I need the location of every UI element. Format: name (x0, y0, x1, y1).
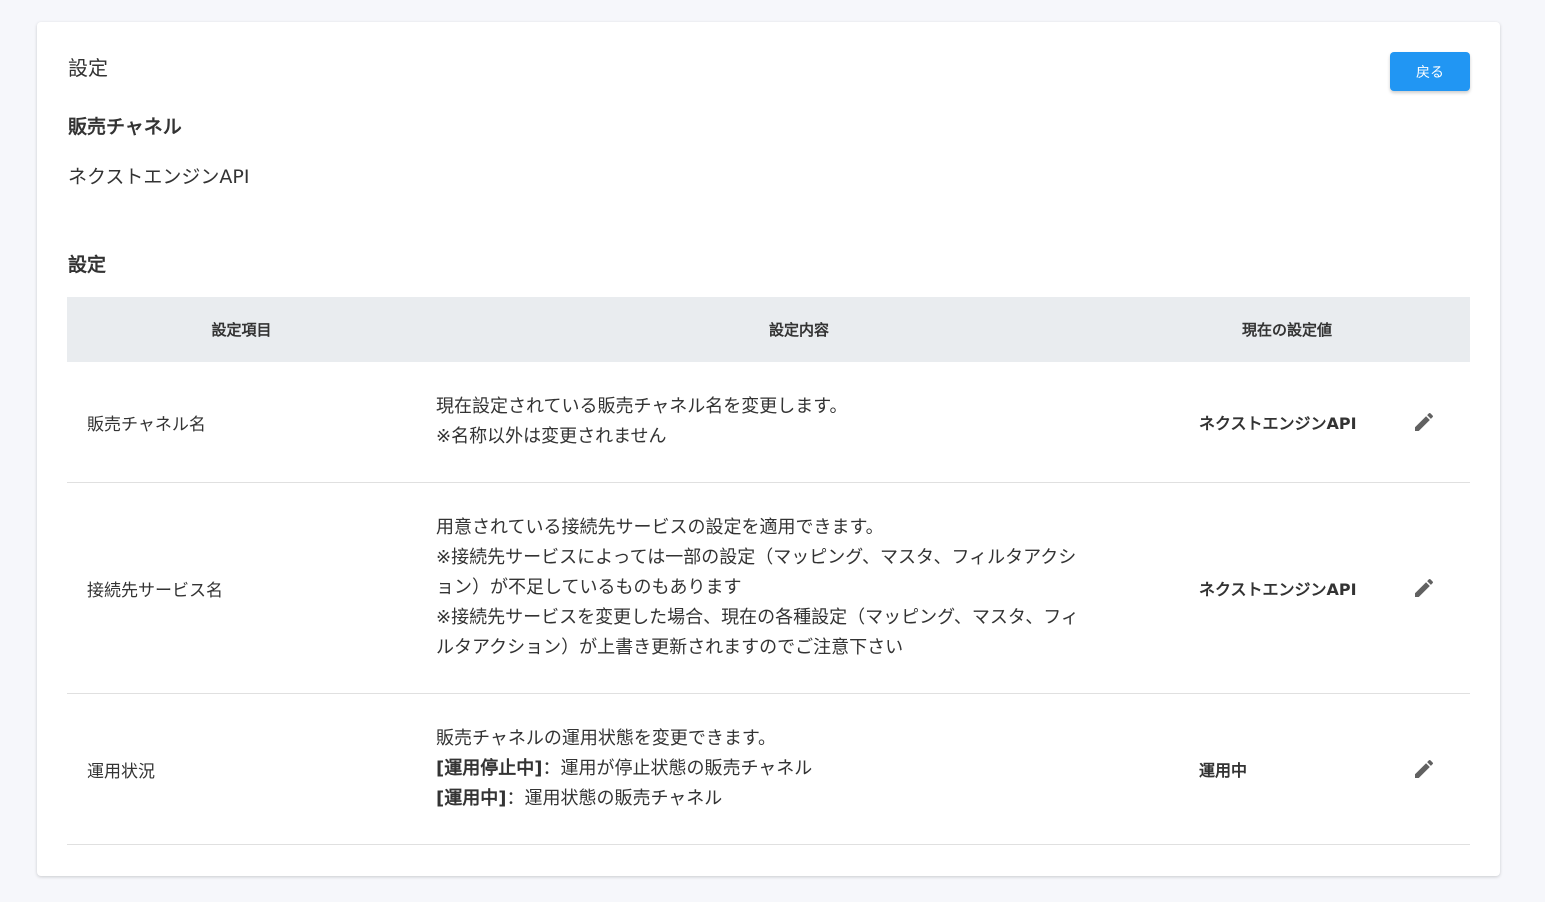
edit-channel-name-button[interactable] (1409, 407, 1439, 437)
column-header-description: 設定内容 (768, 321, 829, 339)
description-line: ルタアクション）が上書き更新されますのでご注意下さい (436, 637, 904, 658)
row-description: 販売チャネルの運用状態を変更できます。 [運用停止中]：運用が停止状態の販売チャ… (416, 724, 1182, 814)
channel-section-heading: 販売チャネル (68, 116, 182, 138)
edit-operation-status-button[interactable] (1409, 754, 1439, 784)
description-line: [運用停止中]：運用が停止状態の販売チャネル (436, 754, 1172, 784)
pencil-icon (1415, 578, 1434, 597)
edit-service-name-button[interactable] (1409, 573, 1439, 603)
pencil-icon (1415, 759, 1434, 778)
description-line: ※接続先サービスによっては一部の設定（マッピング、マスタ、フィルタアクシ (436, 547, 1077, 568)
status-stopped-label: [運用停止中] (436, 758, 543, 779)
table-row-operation-status: 運用状況 販売チャネルの運用状態を変更できます。 [運用停止中]：運用が停止状態… (67, 694, 1470, 845)
channel-name-value: ネクストエンジンAPI (68, 166, 250, 188)
row-current-value: ネクストエンジンAPI (1199, 580, 1357, 599)
status-active-text: ：運用状態の販売チャネル (506, 788, 723, 809)
status-active-label: [運用中] (436, 788, 507, 809)
table-row-service-name: 接続先サービス名 用意されている接続先サービスの設定を適用できます。 ※接続先サ… (67, 483, 1470, 694)
description-line: 販売チャネルの運用状態を変更できます。 (436, 728, 777, 749)
row-item-label: 販売チャネル名 (87, 414, 206, 435)
row-description: 現在設定されている販売チャネル名を変更します。 ※名称以外は変更されません (416, 392, 1182, 452)
column-header-item: 設定項目 (211, 321, 272, 339)
column-header-current-value: 現在の設定値 (1241, 321, 1332, 339)
table-row-channel-name: 販売チャネル名 現在設定されている販売チャネル名を変更します。 ※名称以外は変更… (67, 362, 1470, 483)
row-current-value: 運用中 (1199, 761, 1248, 780)
back-button[interactable]: 戻る (1390, 52, 1470, 91)
description-line: ※接続先サービスを変更した場合、現在の各種設定（マッピング、マスタ、フィ (436, 607, 1079, 628)
row-current-value: ネクストエンジンAPI (1199, 414, 1357, 433)
description-line: 用意されている接続先サービスの設定を適用できます。 (436, 517, 884, 538)
settings-section-heading: 設定 (68, 254, 107, 276)
page-title: 設定 (68, 56, 108, 80)
row-item-label: 運用状況 (87, 761, 155, 782)
row-action-cell (1392, 407, 1470, 437)
settings-card: 設定 戻る 販売チャネル ネクストエンジンAPI 設定 設定項目 設定内容 現在… (37, 22, 1500, 876)
description-line: ※名称以外は変更されません (436, 426, 667, 447)
table-header: 設定項目 設定内容 現在の設定値 (67, 297, 1470, 362)
description-line: ョン）が不足しているものもあります (436, 577, 742, 598)
description-line: 現在設定されている販売チャネル名を変更します。 (436, 396, 848, 417)
row-action-cell (1392, 754, 1470, 784)
description-line: [運用中]：運用状態の販売チャネル (436, 784, 1172, 814)
row-item-label: 接続先サービス名 (87, 580, 223, 601)
status-stopped-text: ：運用が停止状態の販売チャネル (542, 758, 813, 779)
row-action-cell (1392, 573, 1470, 603)
settings-table: 設定項目 設定内容 現在の設定値 販売チャネル名 現在設定されている販売チャネル… (67, 297, 1470, 845)
pencil-icon (1415, 412, 1434, 431)
row-description: 用意されている接続先サービスの設定を適用できます。 ※接続先サービスによっては一… (416, 513, 1182, 663)
